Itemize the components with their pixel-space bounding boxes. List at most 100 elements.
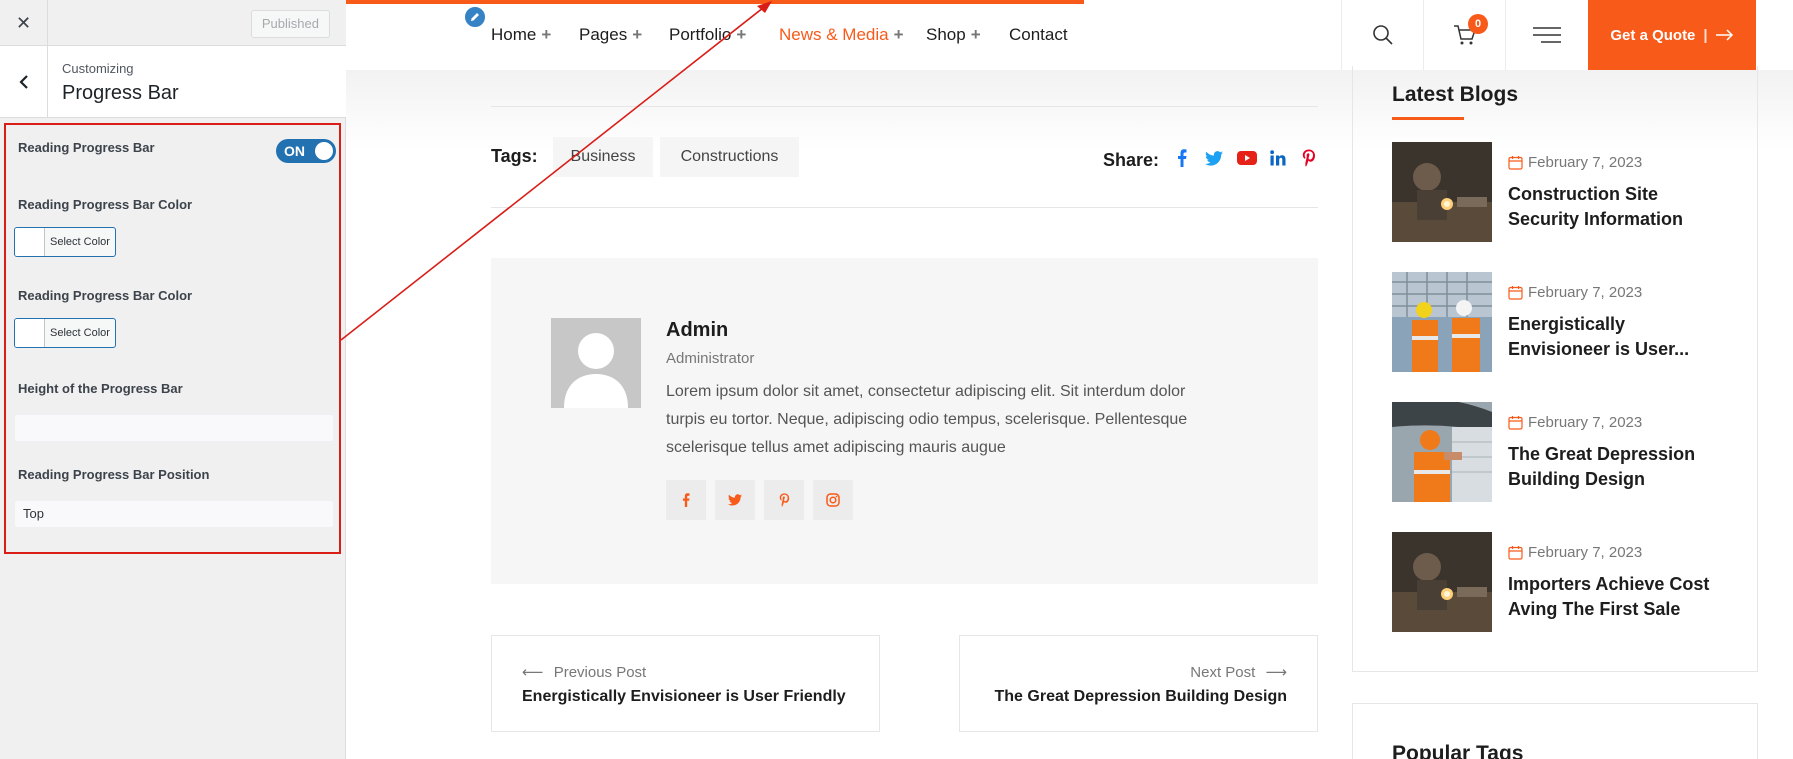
avatar xyxy=(551,318,641,408)
latest-blog-item[interactable]: February 7, 2023 Energistically Envision… xyxy=(1392,272,1722,372)
nav-label: News & Media xyxy=(779,25,889,44)
calendar-icon xyxy=(1508,156,1523,170)
blog-title: Energistically Envisioneer is User... xyxy=(1508,314,1690,359)
blog-title: Construction Site Security Information xyxy=(1508,184,1684,229)
close-icon[interactable]: ✕ xyxy=(0,0,48,46)
next-post-title: The Great Depression Building Design xyxy=(994,688,1288,705)
title-underline xyxy=(1392,117,1464,120)
latest-blog-item[interactable]: February 7, 2023 Construction Site Secur… xyxy=(1392,142,1722,242)
nav-item-shop[interactable]: Shop + xyxy=(926,25,981,45)
site-preview: Home + Pages + Portfolio + News & Media + Sh… xyxy=(346,0,1793,759)
blog-date-text: February 7, 2023 xyxy=(1528,414,1643,431)
publish-button[interactable]: Published xyxy=(250,10,330,38)
blog-date: February 7, 2023 xyxy=(1508,544,1642,561)
get-a-quote-button[interactable]: Get a Quote | xyxy=(1588,0,1756,70)
toggle-knob xyxy=(315,142,333,160)
blog-title: The Great Depression Building Design xyxy=(1508,444,1696,489)
nav-item-pages[interactable]: Pages + xyxy=(579,25,642,45)
quote-label: Get a Quote xyxy=(1610,26,1696,44)
toggle-state: ON xyxy=(284,143,305,159)
next-post-label-row: Next Post ⟶ xyxy=(1190,663,1287,681)
blog-date: February 7, 2023 xyxy=(1508,284,1642,301)
calendar-icon xyxy=(1508,416,1523,430)
latest-blog-item[interactable]: February 7, 2023 The Great Depression Bu… xyxy=(1392,402,1722,502)
arrow-right-icon: ⟶ xyxy=(1265,664,1287,681)
arrow-left-icon: ⟵ xyxy=(522,664,544,681)
author-pinterest-icon[interactable] xyxy=(764,480,804,520)
search-icon xyxy=(1372,25,1393,45)
latest-blogs-title: Latest Blogs xyxy=(1392,83,1519,106)
blog-thumbnail xyxy=(1392,402,1492,502)
cart-button[interactable]: 0 xyxy=(1423,0,1505,70)
quote-divider: | xyxy=(1703,26,1708,44)
author-twitter-icon[interactable] xyxy=(715,480,755,520)
blog-title: Importers Achieve Cost Aving The First S… xyxy=(1508,574,1710,619)
cart-count-badge: 0 xyxy=(1468,14,1488,34)
calendar-icon xyxy=(1508,546,1523,560)
popular-tags-title: Popular Tags xyxy=(1392,742,1524,759)
previous-post-link[interactable]: ⟵ Previous Post Energistically Envisione… xyxy=(491,635,880,732)
progress-bar-toggle[interactable]: ON xyxy=(276,139,336,163)
twitter-icon[interactable] xyxy=(1204,148,1224,168)
color2-label: Reading Progress Bar Color xyxy=(18,288,193,303)
search-button[interactable] xyxy=(1341,0,1423,70)
previous-post-label-row: ⟵ Previous Post xyxy=(522,663,646,681)
color1-label: Reading Progress Bar Color xyxy=(18,197,193,212)
previous-post-title: Energistically Envisioneer is User Frien… xyxy=(522,688,846,705)
latest-blog-item[interactable]: February 7, 2023 Importers Achieve Cost … xyxy=(1392,532,1722,632)
color1-swatch xyxy=(15,228,45,256)
position-select[interactable]: Top xyxy=(14,500,334,528)
pinterest-icon[interactable] xyxy=(1299,148,1319,168)
blog-thumbnail xyxy=(1392,142,1492,242)
position-label: Reading Progress Bar Position xyxy=(18,467,210,482)
menu-button[interactable] xyxy=(1505,0,1588,70)
blog-thumbnail xyxy=(1392,272,1492,372)
next-post-label: Next Post xyxy=(1190,664,1256,681)
breadcrumb: Customizing xyxy=(62,61,134,76)
youtube-icon[interactable] xyxy=(1236,148,1258,168)
nav-label: Contact xyxy=(1009,25,1068,44)
nav-item-contact[interactable]: Contact xyxy=(1009,25,1068,45)
author-instagram-icon[interactable] xyxy=(813,480,853,520)
color2-button-label: Select Color xyxy=(50,327,110,339)
tag-constructions[interactable]: Constructions xyxy=(660,137,799,177)
blog-date-text: February 7, 2023 xyxy=(1528,284,1643,301)
color1-picker-button[interactable]: Select Color xyxy=(14,227,116,257)
color1-button-label: Select Color xyxy=(50,236,110,248)
nav-item-news-media[interactable]: News & Media + xyxy=(779,25,904,45)
nav-label: Shop xyxy=(926,25,966,44)
tag-business[interactable]: Business xyxy=(553,137,653,177)
nav-item-home[interactable]: Home + xyxy=(491,25,551,45)
author-box: Admin Administrator Lorem ipsum dolor si… xyxy=(491,258,1318,584)
edit-shortcut-pencil-icon[interactable] xyxy=(463,5,487,29)
nav-label: Home xyxy=(491,25,537,44)
blog-date: February 7, 2023 xyxy=(1508,414,1642,431)
calendar-icon xyxy=(1508,286,1523,300)
blog-date: February 7, 2023 xyxy=(1508,154,1642,171)
plus-icon: + xyxy=(893,25,904,44)
tags-label: Tags: xyxy=(491,146,538,166)
section-header: Customizing Progress Bar xyxy=(0,46,346,118)
next-post-link[interactable]: Next Post ⟶ The Great Depression Buildin… xyxy=(959,635,1318,732)
customizer-sidebar: ✕ Published Customizing Progress Bar Rea… xyxy=(0,0,346,759)
plus-icon: + xyxy=(736,25,747,44)
facebook-icon[interactable] xyxy=(1172,148,1192,168)
plus-icon: + xyxy=(541,25,552,44)
enable-label: Reading Progress Bar xyxy=(18,140,155,155)
height-input[interactable] xyxy=(14,414,334,442)
customizer-topbar: ✕ Published xyxy=(0,0,346,46)
nav-item-portfolio[interactable]: Portfolio + xyxy=(669,25,746,45)
reading-progress-bar xyxy=(346,0,1084,4)
author-facebook-icon[interactable] xyxy=(666,480,706,520)
author-role: Administrator xyxy=(666,350,755,367)
blog-date-text: February 7, 2023 xyxy=(1528,544,1643,561)
divider xyxy=(491,106,1318,107)
linkedin-icon[interactable] xyxy=(1268,148,1288,168)
nav-label: Pages xyxy=(579,25,628,44)
previous-post-label: Previous Post xyxy=(553,664,647,681)
share-label: Share: xyxy=(1103,150,1160,170)
back-icon[interactable] xyxy=(0,46,48,118)
plus-icon: + xyxy=(970,25,981,44)
color2-picker-button[interactable]: Select Color xyxy=(14,318,116,348)
blog-date-text: February 7, 2023 xyxy=(1528,154,1643,171)
